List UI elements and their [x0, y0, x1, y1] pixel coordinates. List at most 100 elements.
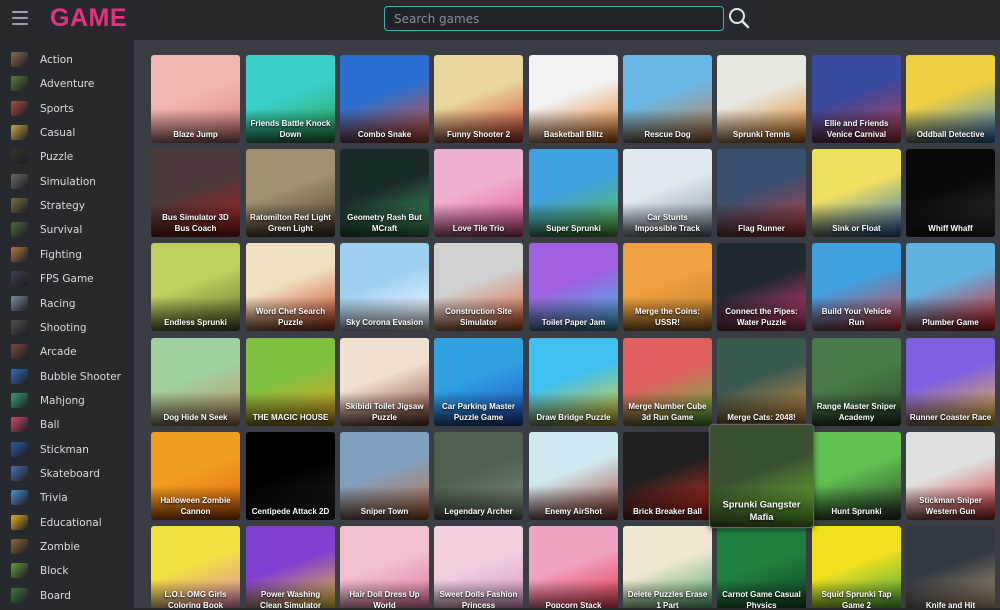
game-tile[interactable]: Hair Doll Dress Up World	[340, 526, 429, 608]
game-tile[interactable]: Rescue Dog	[623, 55, 712, 143]
menu-icon[interactable]	[12, 11, 28, 25]
game-tile[interactable]: Sweet Dolls Fashion Princess	[434, 526, 523, 608]
game-tile[interactable]: Toilet Paper Jam	[529, 243, 618, 331]
game-tile[interactable]: Ratomilton Red Light Green Light	[246, 149, 335, 237]
game-tile[interactable]: Plumber Game	[906, 243, 995, 331]
sidebar-item-block[interactable]: Block	[0, 561, 134, 585]
game-tile[interactable]: Popcorn Stack	[529, 526, 618, 608]
sidebar-item-shooting[interactable]: Shooting	[0, 318, 134, 342]
game-tile[interactable]: Ellie and Friends Venice Carnival	[812, 55, 901, 143]
sidebar-item-ball[interactable]: Ball	[0, 415, 134, 439]
sidebar-item-fps-game[interactable]: FPS Game	[0, 269, 134, 293]
game-tile[interactable]: Hunt Sprunki	[812, 432, 901, 520]
sidebar-item-stickman[interactable]: Stickman	[0, 440, 134, 464]
game-tile[interactable]: Knife and Hit	[906, 526, 995, 608]
game-tile[interactable]: Merge Cats: 2048!	[717, 338, 806, 426]
game-tile[interactable]: Endless Sprunki	[151, 243, 240, 331]
game-tile[interactable]: Friends Battle Knock Down	[246, 55, 335, 143]
game-tile[interactable]: Geometry Rash But MCraft	[340, 149, 429, 237]
sidebar-item-puzzle[interactable]: Puzzle	[0, 147, 134, 171]
game-title: Hair Doll Dress Up World	[349, 590, 420, 608]
game-tile[interactable]: Legendary Archer	[434, 432, 523, 520]
game-tile[interactable]: Car Parking Master Puzzle Game	[434, 338, 523, 426]
sidebar-item-skateboard[interactable]: Skateboard	[0, 464, 134, 488]
sidebar-item-zombie[interactable]: Zombie	[0, 537, 134, 561]
game-tile[interactable]: Construction Site Simulator	[434, 243, 523, 331]
search-input[interactable]	[385, 7, 723, 30]
game-tile[interactable]: Squid Sprunki Tap Game 2	[812, 526, 901, 608]
game-tile[interactable]: Merge Number Cube 3d Run Game	[623, 338, 712, 426]
game-tile[interactable]: THE MAGIC HOUSE	[246, 338, 335, 426]
search-icon[interactable]	[728, 7, 750, 29]
sidebar-item-sports[interactable]: Sports	[0, 99, 134, 123]
game-title: Merge the Coins: USSR!	[635, 307, 700, 327]
game-tile[interactable]: Carnot Game Casual Physics	[717, 526, 806, 608]
sidebar-item-bubble-shooter[interactable]: Bubble Shooter	[0, 367, 134, 391]
sidebar-item-mahjong[interactable]: Mahjong	[0, 391, 134, 415]
game-title: Carnot Game Casual Physics	[722, 590, 801, 608]
game-tile[interactable]: Dog Hide N Seek	[151, 338, 240, 426]
sidebar-item-label: Bubble Shooter	[40, 370, 121, 383]
game-title: Car Stunts Impossible Track	[635, 213, 700, 233]
game-title: Love Tile Trio	[452, 224, 505, 233]
sidebar-item-arcade[interactable]: Arcade	[0, 342, 134, 366]
search-box[interactable]	[384, 6, 724, 31]
game-tile[interactable]: Sniper Town	[340, 432, 429, 520]
game-tile[interactable]: Love Tile Trio	[434, 149, 523, 237]
game-tile[interactable]: Flag Runner	[717, 149, 806, 237]
game-tile[interactable]: Bus Simulator 3D Bus Coach	[151, 149, 240, 237]
game-title: THE MAGIC HOUSE	[252, 413, 329, 422]
sidebar-item-adventure[interactable]: Adventure	[0, 74, 134, 98]
game-tile[interactable]: L.O.L OMG Girls Coloring Book	[151, 526, 240, 608]
game-tile[interactable]: Word Chef Search Puzzle	[246, 243, 335, 331]
sidebar-item-trivia[interactable]: Trivia	[0, 488, 134, 512]
game-tile[interactable]: Halloween Zombie Cannon	[151, 432, 240, 520]
game-tile[interactable]: Draw Bridge Puzzle	[529, 338, 618, 426]
game-title: Rescue Dog	[644, 130, 691, 139]
game-tile[interactable]: Sink or Float	[812, 149, 901, 237]
game-tile[interactable]: Sky Corona Evasion	[340, 243, 429, 331]
sidebar-item-fighting[interactable]: Fighting	[0, 245, 134, 269]
site-logo[interactable]: GAME	[50, 4, 127, 33]
educational-icon	[11, 514, 28, 530]
game-tile[interactable]: Build Your Vehicle Run	[812, 243, 901, 331]
sidebar-item-board[interactable]: Board	[0, 586, 134, 610]
game-tile[interactable]: Funny Shooter 2	[434, 55, 523, 143]
game-tile[interactable]: Merge the Coins: USSR!	[623, 243, 712, 331]
game-tile[interactable]: Enemy AirShot	[529, 432, 618, 520]
game-tile[interactable]: Oddball Detective	[906, 55, 995, 143]
arcade-icon	[11, 344, 28, 360]
game-tile[interactable]: Centipede Attack 2D	[246, 432, 335, 520]
game-tile[interactable]: Brick Breaker Ball	[623, 432, 712, 520]
game-tile[interactable]: Whiff Whaff	[906, 149, 995, 237]
game-title: Funny Shooter 2	[446, 130, 511, 139]
game-tile[interactable]: Delete Puzzles Erase 1 Part	[623, 526, 712, 608]
sidebar-item-educational[interactable]: Educational	[0, 513, 134, 537]
sidebar-item-simulation[interactable]: Simulation	[0, 172, 134, 196]
sidebar-item-strategy[interactable]: Strategy	[0, 196, 134, 220]
sidebar-item-racing[interactable]: Racing	[0, 294, 134, 318]
game-tile[interactable]: Stickman Sniper Western Gun	[906, 432, 995, 520]
sidebar-item-casual[interactable]: Casual	[0, 123, 134, 147]
game-tile[interactable]: Skibidi Toilet Jigsaw Puzzle	[340, 338, 429, 426]
game-title: Sprunki Tennis	[732, 130, 791, 139]
zombie-icon	[11, 539, 28, 554]
game-tile[interactable]: Sprunki Tennis	[717, 55, 806, 143]
game-title: Flag Runner	[738, 224, 785, 233]
sidebar-item-survival[interactable]: Survival	[0, 220, 134, 244]
ball-icon	[11, 417, 28, 433]
game-tile[interactable]: Range Master Sniper Academy	[812, 338, 901, 426]
sidebar-item-label: Racing	[40, 297, 76, 310]
game-tile[interactable]: Combo Snake	[340, 55, 429, 143]
sidebar-item-action[interactable]: Action	[0, 50, 134, 74]
game-tile[interactable]: Basketball Blitz	[529, 55, 618, 143]
game-tile[interactable]: Runner Coaster Race	[906, 338, 995, 426]
game-tile[interactable]: Sprunki Gangster Mafia	[709, 424, 814, 528]
game-tile[interactable]: Connect the Pipes: Water Puzzle	[717, 243, 806, 331]
game-title: Legendary Archer	[444, 507, 513, 516]
game-tile[interactable]: Power Washing Clean Simulator	[246, 526, 335, 608]
game-tile[interactable]: Super Sprunki	[529, 149, 618, 237]
game-tile[interactable]: Car Stunts Impossible Track	[623, 149, 712, 237]
game-tile[interactable]: Blaze Jump	[151, 55, 240, 143]
skateboard-icon	[11, 465, 28, 481]
